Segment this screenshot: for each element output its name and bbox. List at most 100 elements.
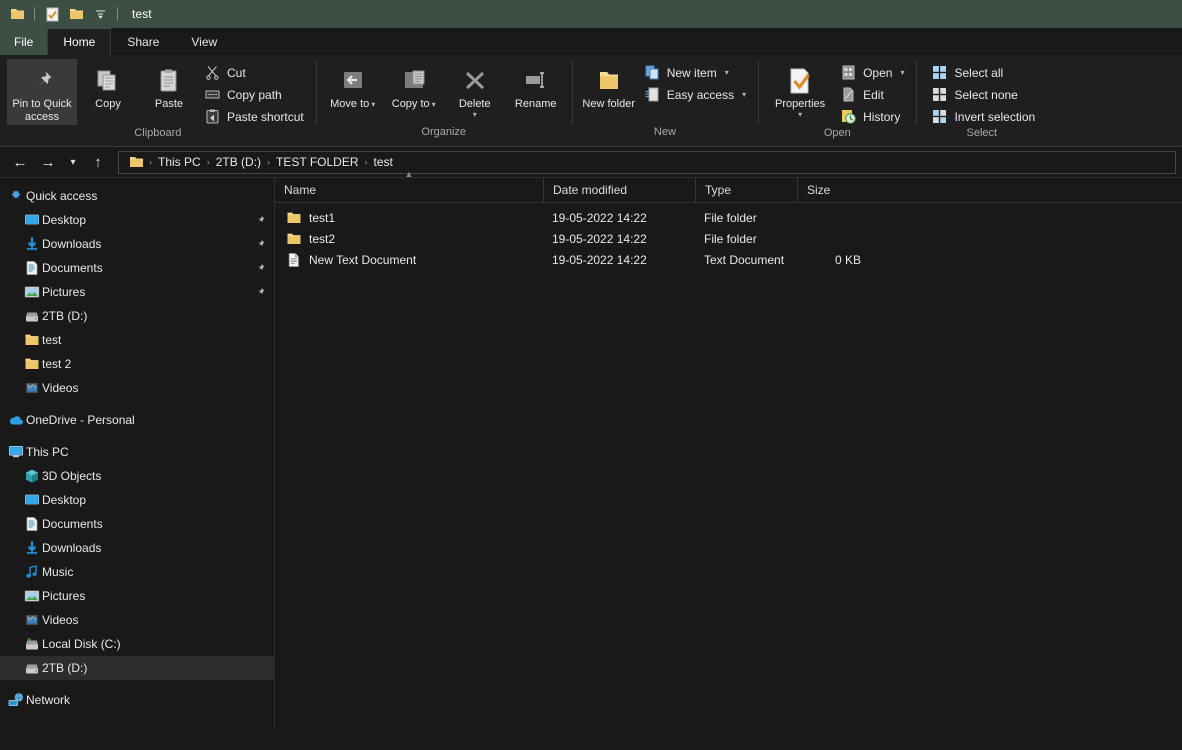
sidebar-item-3d-objects[interactable]: 3D Objects: [0, 464, 274, 488]
easy-access-icon: [644, 87, 661, 102]
cell-date-modified: 19-05-2022 14:22: [552, 210, 647, 225]
pin-icon[interactable]: [252, 262, 266, 275]
sidebar-item-documents[interactable]: Documents: [0, 512, 274, 536]
qat-divider-2: [117, 7, 118, 21]
sidebar-item-this-pc[interactable]: This PC: [0, 440, 274, 464]
tab-home[interactable]: Home: [47, 28, 112, 55]
pin-icon[interactable]: [252, 238, 266, 251]
table-row[interactable]: New Text Document 19-05-2022 14:22 Text Do…: [275, 249, 1182, 270]
window-title: test: [132, 7, 152, 21]
sidebar-item-videos[interactable]: Videos: [0, 608, 274, 632]
column-header-name[interactable]: Name ▲: [275, 169, 543, 203]
title-bar: test: [0, 0, 1182, 28]
sidebar-item-pictures[interactable]: Pictures: [0, 584, 274, 608]
ribbon-tabs: File Home Share View: [0, 28, 1182, 55]
breadcrumb-item-2tb-d[interactable]: 2TB (D:): [211, 155, 266, 169]
breadcrumb-item-test[interactable]: test: [369, 155, 398, 169]
breadcrumb-item-this-pc[interactable]: This PC: [153, 155, 206, 169]
file-name-label: New Text Document: [309, 252, 417, 267]
sidebar-item-pictures[interactable]: Pictures: [0, 280, 274, 304]
ribbon-group-clipboard: Pin to Quick access Copy Paste Cut Copy …: [0, 55, 316, 146]
delete-dropdown-caret[interactable]: ▾: [473, 111, 477, 119]
new-folder-button[interactable]: New folder: [579, 59, 639, 125]
properties-button[interactable]: Properties ▾: [765, 59, 835, 125]
copy-to-button[interactable]: Copy to ▾: [384, 59, 444, 125]
copy-path-button[interactable]: Copy path: [200, 84, 310, 105]
sidebar-item-label: This PC: [26, 445, 69, 459]
pictures-icon: [22, 284, 42, 300]
copy-path-label: Copy path: [227, 87, 282, 102]
tab-share[interactable]: Share: [111, 28, 176, 55]
group-label-open: Open: [823, 127, 851, 139]
paste-shortcut-button[interactable]: Paste shortcut: [200, 106, 310, 127]
customize-qat-icon[interactable]: [89, 3, 111, 25]
pin-to-quick-access-button[interactable]: Pin to Quick access: [7, 59, 77, 125]
new-small-buttons: New item ▾ Easy access ▾: [640, 59, 752, 105]
sidebar-item-2tb-d[interactable]: 2TB (D:): [0, 656, 274, 680]
sidebar-item-documents[interactable]: Documents: [0, 256, 274, 280]
properties-dropdown-caret[interactable]: ▾: [798, 111, 802, 119]
sidebar-item-2tb-d[interactable]: 2TB (D:): [0, 304, 274, 328]
new-folder-icon[interactable]: [65, 3, 87, 25]
folder-icon[interactable]: [6, 3, 28, 25]
pin-icon[interactable]: [252, 214, 266, 227]
select-all-button[interactable]: Select all: [927, 62, 1041, 83]
edit-button[interactable]: Edit: [836, 84, 910, 105]
sidebar-item-downloads[interactable]: Downloads: [0, 232, 274, 256]
folder-icon: [22, 356, 42, 372]
copy-button[interactable]: Copy: [78, 59, 138, 125]
sidebar-item-label: 2TB (D:): [42, 309, 88, 323]
select-all-icon: [931, 65, 948, 80]
sidebar-item-quick-access[interactable]: Quick access: [0, 184, 274, 208]
forward-arrow-icon[interactable]: →: [34, 149, 62, 175]
up-arrow-icon[interactable]: ↑: [84, 149, 112, 175]
back-arrow-icon[interactable]: ←: [6, 149, 34, 175]
folder-icon: [286, 210, 302, 226]
documents-icon: [22, 516, 42, 532]
downloads-icon: [22, 540, 42, 556]
new-item-button[interactable]: New item ▾: [640, 62, 752, 83]
cell-size: 0 KB: [834, 252, 861, 267]
sidebar-item-test[interactable]: test: [0, 328, 274, 352]
network-icon: [6, 692, 26, 708]
sidebar-item-videos[interactable]: Videos: [0, 376, 274, 400]
move-to-button[interactable]: Move to ▾: [323, 59, 383, 125]
history-button[interactable]: History: [836, 106, 910, 127]
column-header-size[interactable]: Size: [797, 177, 879, 203]
tab-view[interactable]: View: [175, 28, 234, 55]
paste-button[interactable]: Paste: [139, 59, 199, 125]
column-header-date-modified[interactable]: Date modified: [543, 177, 695, 203]
sidebar-item-desktop[interactable]: Desktop: [0, 488, 274, 512]
sidebar-item-desktop[interactable]: Desktop: [0, 208, 274, 232]
rename-button[interactable]: Rename: [506, 59, 566, 125]
videos-icon: [22, 380, 42, 396]
breadcrumb-item-test-folder[interactable]: TEST FOLDER: [271, 155, 363, 169]
ribbon-group-select: Select all Select none Invert selection …: [916, 55, 1047, 146]
sidebar-item-onedrive-personal[interactable]: OneDrive - Personal: [0, 408, 274, 432]
select-none-button[interactable]: Select none: [927, 84, 1041, 105]
cut-button[interactable]: Cut: [200, 62, 310, 83]
properties-icon[interactable]: [41, 3, 63, 25]
open-button[interactable]: Open ▾: [836, 62, 910, 83]
column-header-label: Size: [807, 183, 831, 197]
sidebar-item-test-2[interactable]: test 2: [0, 352, 274, 376]
open-icon: [840, 65, 857, 80]
navigation-pane[interactable]: Quick access Desktop Downloads Documents Pic…: [0, 178, 275, 731]
recent-locations-chevron-icon[interactable]: ▾: [62, 149, 84, 175]
pin-icon[interactable]: [252, 286, 266, 299]
downloads-icon: [22, 236, 42, 252]
column-header-type[interactable]: Type: [695, 177, 797, 203]
delete-button[interactable]: Delete ▾: [445, 59, 505, 125]
drive-icon: [22, 660, 42, 676]
invert-selection-button[interactable]: Invert selection: [927, 106, 1041, 127]
sidebar-item-local-disk-c[interactable]: Local Disk (C:): [0, 632, 274, 656]
easy-access-button[interactable]: Easy access ▾: [640, 84, 752, 105]
table-row[interactable]: test2 19-05-2022 14:22 File folder: [275, 228, 1182, 249]
tab-file[interactable]: File: [0, 28, 48, 55]
sidebar-item-music[interactable]: Music: [0, 560, 274, 584]
sidebar-item-network[interactable]: Network: [0, 688, 274, 712]
new-folder-big-icon: [596, 64, 622, 98]
new-item-label: New item: [666, 65, 717, 80]
table-row[interactable]: test1 19-05-2022 14:22 File folder: [275, 207, 1182, 228]
sidebar-item-downloads[interactable]: Downloads: [0, 536, 274, 560]
